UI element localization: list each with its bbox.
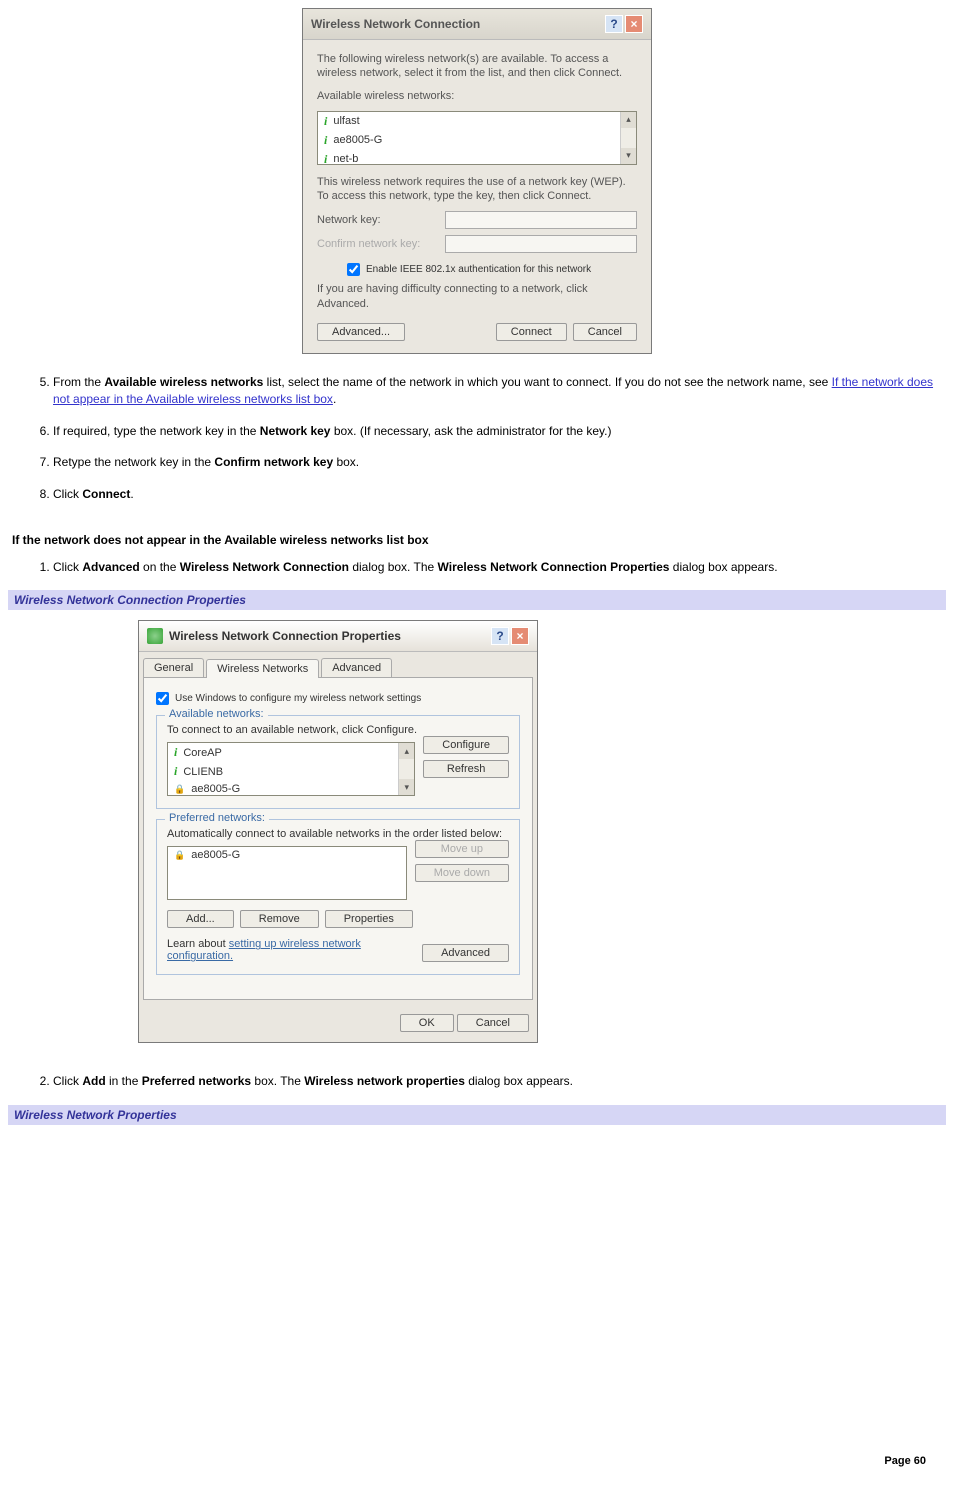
available-legend: Available networks: (165, 708, 268, 720)
ok-button[interactable]: OK (400, 1014, 454, 1032)
scroll-up-icon[interactable]: ▴ (621, 112, 636, 128)
instruction-list-b: Click Advanced on the Wireless Network C… (8, 559, 946, 576)
preferred-networks-list[interactable]: ae8005-G (167, 846, 407, 900)
available-text: To connect to an available network, clic… (167, 724, 509, 736)
wireless-connection-dialog: Wireless Network Connection ? × The foll… (302, 8, 652, 354)
dialog-title: Wireless Network Connection (311, 17, 480, 31)
help-icon[interactable]: ? (605, 15, 623, 33)
step-6: If required, type the network key in the… (53, 423, 946, 440)
tab-wireless-networks[interactable]: Wireless Networks (206, 659, 319, 678)
available-networks-list[interactable]: ulfast ae8005-G net-b ▴ ▾ (317, 111, 637, 165)
tab-general[interactable]: General (143, 658, 204, 677)
use-windows-label: Use Windows to configure my wireless net… (175, 693, 421, 704)
wireless-properties-dialog: Wireless Network Connection Properties ?… (138, 620, 538, 1043)
preferred-legend: Preferred networks: (165, 812, 269, 824)
configure-button[interactable]: Configure (423, 736, 509, 754)
caption-network-props: Wireless Network Properties (8, 1105, 946, 1125)
caption-properties: Wireless Network Connection Properties (8, 590, 946, 610)
network-key-label: Network key: (317, 214, 437, 226)
scroll-up-icon[interactable]: ▴ (399, 743, 414, 759)
antenna-icon (324, 114, 327, 129)
cancel-button[interactable]: Cancel (457, 1014, 529, 1032)
close-icon[interactable]: × (625, 15, 643, 33)
scrollbar[interactable]: ▴ ▾ (620, 112, 636, 164)
dialog-intro: The following wireless network(s) are av… (317, 52, 637, 81)
preferred-text: Automatically connect to available netwo… (167, 828, 509, 840)
spacer (8, 1135, 946, 1435)
available-networks-fieldset: Available networks: To connect to an ava… (156, 715, 520, 809)
scroll-down-icon[interactable]: ▾ (621, 148, 636, 164)
step-2: Click Add in the Preferred networks box.… (53, 1073, 946, 1090)
tab-advanced[interactable]: Advanced (321, 658, 392, 677)
scroll-down-icon[interactable]: ▾ (399, 779, 414, 795)
list-item[interactable]: ulfast (318, 112, 636, 131)
step-7: Retype the network key in the Confirm ne… (53, 454, 946, 471)
confirm-key-input[interactable] (445, 235, 637, 253)
list-item[interactable]: ae8005-G (318, 131, 636, 150)
move-up-button[interactable]: Move up (415, 840, 509, 858)
wep-text: This wireless network requires the use o… (317, 175, 637, 204)
connect-button[interactable]: Connect (496, 323, 567, 341)
remove-button[interactable]: Remove (240, 910, 319, 928)
available-label: Available wireless networks: (317, 89, 637, 103)
advanced-button[interactable]: Advanced... (317, 323, 405, 341)
antenna-icon (174, 764, 177, 779)
preferred-networks-fieldset: Preferred networks: Automatically connec… (156, 819, 520, 975)
list-item[interactable]: CLIENB (168, 762, 414, 781)
step-5: From the Available wireless networks lis… (53, 374, 946, 409)
antenna-icon (324, 152, 327, 167)
properties-button[interactable]: Properties (325, 910, 413, 928)
sub-heading: If the network does not appear in the Av… (12, 533, 946, 547)
refresh-button[interactable]: Refresh (423, 760, 509, 778)
ieee-checkbox[interactable] (347, 263, 360, 276)
network-key-input[interactable] (445, 211, 637, 229)
advanced-button[interactable]: Advanced (422, 944, 509, 962)
antenna-icon (324, 133, 327, 148)
antenna-icon (174, 745, 177, 760)
instruction-list-c: Click Add in the Preferred networks box.… (8, 1073, 946, 1090)
list-item[interactable]: ae8005-G (168, 781, 414, 797)
instruction-list-a: From the Available wireless networks lis… (8, 374, 946, 503)
move-down-button[interactable]: Move down (415, 864, 509, 882)
step-8: Click Connect. (53, 486, 946, 503)
help-icon[interactable]: ? (491, 627, 509, 645)
add-button[interactable]: Add... (167, 910, 234, 928)
list-item[interactable]: ae8005-G (168, 847, 406, 863)
confirm-key-label: Confirm network key: (317, 238, 437, 250)
cancel-button[interactable]: Cancel (573, 323, 637, 341)
step-1: Click Advanced on the Wireless Network C… (53, 559, 946, 576)
dialog-titlebar: Wireless Network Connection ? × (303, 9, 651, 40)
dialog-titlebar: Wireless Network Connection Properties ?… (139, 621, 537, 652)
list-item[interactable]: CoreAP (168, 743, 414, 762)
lock-icon (174, 849, 185, 861)
dialog-title: Wireless Network Connection Properties (169, 629, 401, 643)
ieee-label: Enable IEEE 802.1x authentication for th… (366, 264, 591, 275)
list-item[interactable]: net-b (318, 150, 636, 169)
page-number: Page 60 (8, 1455, 946, 1467)
use-windows-checkbox[interactable] (156, 692, 169, 705)
scrollbar[interactable]: ▴ ▾ (398, 743, 414, 795)
close-icon[interactable]: × (511, 627, 529, 645)
advanced-text: If you are having difficulty connecting … (317, 282, 637, 311)
lock-icon (174, 783, 185, 795)
available-networks-list[interactable]: CoreAP CLIENB ae8005-G ▴ ▾ (167, 742, 415, 796)
network-icon (147, 628, 163, 644)
